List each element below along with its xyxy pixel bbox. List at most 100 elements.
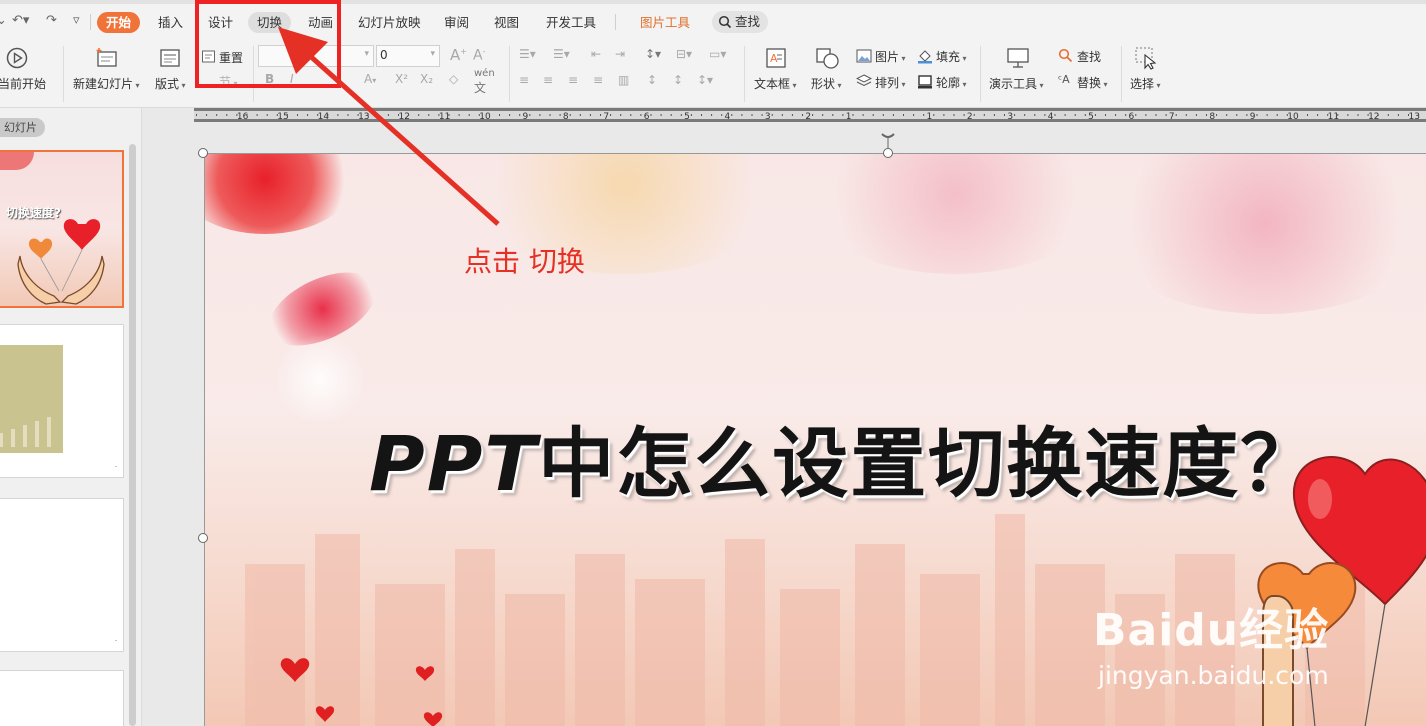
slide-thumbnail-panel: 幻灯片 切换速度? ᐧ ᐧ bbox=[0, 108, 142, 726]
ruler-tick bbox=[1256, 114, 1258, 116]
tab-insert[interactable]: 插入 bbox=[149, 12, 192, 33]
ruler-tick bbox=[1195, 114, 1197, 116]
ruler-tick bbox=[711, 114, 713, 116]
ruler-number: 16 bbox=[237, 112, 249, 122]
slide-thumbnail-2[interactable]: ᐧ bbox=[0, 324, 124, 478]
resize-handle-middle-left[interactable] bbox=[198, 533, 208, 543]
arrange-button[interactable]: 排列 ▾ bbox=[875, 74, 906, 91]
resize-handle-top-left[interactable] bbox=[198, 148, 208, 158]
outline-button[interactable]: 轮廓 ▾ bbox=[936, 74, 967, 91]
align-text-icon[interactable]: ⊟▾ bbox=[676, 47, 692, 61]
ruler-tick bbox=[923, 114, 925, 116]
ruler-tick bbox=[903, 114, 904, 116]
redo-icon[interactable]: ↷ bbox=[46, 13, 57, 28]
search-label: 查找 bbox=[735, 14, 761, 29]
fill-icon[interactable] bbox=[917, 48, 933, 64]
ruler-tick bbox=[721, 114, 723, 116]
distribute-icon[interactable]: ▥ bbox=[618, 73, 629, 87]
align-right-icon[interactable]: ≡ bbox=[568, 73, 578, 87]
picture-button[interactable]: 图片 ▾ bbox=[875, 48, 906, 65]
ruler-tick bbox=[963, 114, 965, 116]
slide-thumbnail-1[interactable]: 切换速度? bbox=[0, 150, 124, 308]
new-slide-icon[interactable] bbox=[95, 47, 119, 69]
ruler-tick bbox=[1286, 114, 1288, 116]
align-left-icon[interactable]: ≡ bbox=[519, 73, 529, 87]
fill-button[interactable]: 填充 ▾ bbox=[936, 48, 967, 65]
ruler-tick bbox=[701, 114, 702, 116]
find-button[interactable]: 查找 bbox=[1077, 48, 1101, 65]
find-icon[interactable] bbox=[1058, 48, 1073, 63]
tab-picture-tools[interactable]: 图片工具 bbox=[631, 12, 699, 33]
replace-button[interactable]: 替换 ▾ bbox=[1077, 74, 1108, 91]
shape-button[interactable]: 形状 ▾ bbox=[811, 75, 842, 92]
ruler-tick bbox=[1307, 114, 1308, 116]
ruler-tick bbox=[812, 114, 814, 116]
layout-button[interactable]: 版式 ▾ bbox=[155, 75, 186, 92]
ruler-tick bbox=[1074, 114, 1076, 116]
new-slide-button[interactable]: 新建幻灯片 ▾ bbox=[73, 75, 140, 92]
search-button[interactable]: 查找 bbox=[712, 11, 769, 33]
ruler-tick bbox=[1317, 114, 1319, 116]
demo-tools-icon[interactable] bbox=[1006, 46, 1030, 70]
ruler-tick bbox=[610, 114, 612, 116]
ruler-tick bbox=[781, 114, 783, 116]
tab-developer[interactable]: 开发工具 bbox=[537, 12, 605, 33]
convert-smartart-icon[interactable]: ▭▾ bbox=[709, 47, 726, 61]
tab-home[interactable]: 开始 bbox=[97, 12, 141, 33]
arrange-icon[interactable] bbox=[856, 74, 872, 88]
justify-icon[interactable]: ≡ bbox=[593, 73, 603, 87]
paragraph-spacing-icon[interactable]: ↕ bbox=[673, 73, 683, 87]
slide-thumbnail-3[interactable]: ᐧ bbox=[0, 498, 124, 652]
ruler-number: 12 bbox=[1368, 112, 1379, 122]
outline-icon[interactable] bbox=[917, 74, 933, 89]
slide-thumbnail-4[interactable] bbox=[0, 670, 124, 726]
line-spacing-menu-icon[interactable]: ↕▾ bbox=[697, 73, 713, 87]
text-box-button[interactable]: 文本框 ▾ bbox=[754, 75, 797, 92]
ruler-tick bbox=[1094, 114, 1096, 116]
ruler-tick bbox=[761, 114, 763, 116]
ruler-tick bbox=[943, 114, 945, 116]
text-box-icon[interactable]: A bbox=[765, 47, 787, 69]
ruler-tick bbox=[872, 114, 874, 116]
ruler-tick bbox=[246, 114, 248, 116]
text-direction-icon[interactable]: ↕▾ bbox=[645, 47, 661, 61]
increase-indent-icon[interactable]: ⇥ bbox=[615, 47, 625, 61]
ruler-tick bbox=[196, 114, 197, 116]
decrease-indent-icon[interactable]: ⇤ bbox=[591, 47, 601, 61]
undo-icon[interactable]: ↶▾ bbox=[12, 13, 29, 28]
customize-quick-access-icon[interactable]: ▿ bbox=[73, 13, 80, 28]
line-spacing-icon[interactable]: ↕ bbox=[647, 73, 657, 87]
picture-icon[interactable] bbox=[856, 49, 872, 63]
ruler-tick bbox=[206, 114, 208, 116]
select-button[interactable]: 选择 ▾ bbox=[1130, 75, 1161, 92]
slides-panel-tag[interactable]: 幻灯片 bbox=[0, 118, 45, 137]
ruler-tick bbox=[1145, 114, 1147, 116]
ruler-tick bbox=[680, 114, 682, 116]
layout-icon[interactable] bbox=[159, 47, 181, 69]
numbering-icon[interactable]: ☰▾ bbox=[553, 47, 570, 61]
ruler-number: 4 bbox=[1048, 112, 1054, 122]
select-icon[interactable] bbox=[1134, 46, 1158, 70]
ruler-tick bbox=[802, 114, 803, 116]
ruler-tick bbox=[913, 114, 915, 116]
bullets-icon[interactable]: ☰▾ bbox=[519, 47, 536, 61]
rotate-handle-icon[interactable] bbox=[878, 130, 898, 150]
menu-fragment: ⌄ bbox=[0, 13, 7, 28]
current-slide[interactable]: PPT中怎么设置切换速度？ Baidu经验 jingyan.baidu.com bbox=[204, 153, 1426, 726]
from-current-button[interactable]: 当前开始 bbox=[0, 75, 46, 92]
ruler-number: 2 bbox=[805, 112, 811, 122]
ruler-tick bbox=[822, 114, 824, 116]
ruler-tick bbox=[791, 114, 793, 116]
align-center-icon[interactable]: ≡ bbox=[543, 73, 553, 87]
thumbnail-image bbox=[0, 345, 63, 453]
replace-icon[interactable]: ᶜA bbox=[1058, 73, 1070, 86]
ruler-tick bbox=[539, 114, 541, 116]
red-arrow-pointer bbox=[278, 27, 500, 226]
play-from-current-icon[interactable] bbox=[6, 47, 28, 69]
ruler-tick bbox=[670, 114, 672, 116]
slide-panel-scrollbar[interactable] bbox=[129, 144, 136, 726]
shape-icon[interactable] bbox=[814, 46, 840, 70]
ruler-tick bbox=[1357, 114, 1359, 116]
ruler-tick bbox=[589, 114, 591, 116]
demo-tools-button[interactable]: 演示工具 ▾ bbox=[989, 75, 1044, 92]
